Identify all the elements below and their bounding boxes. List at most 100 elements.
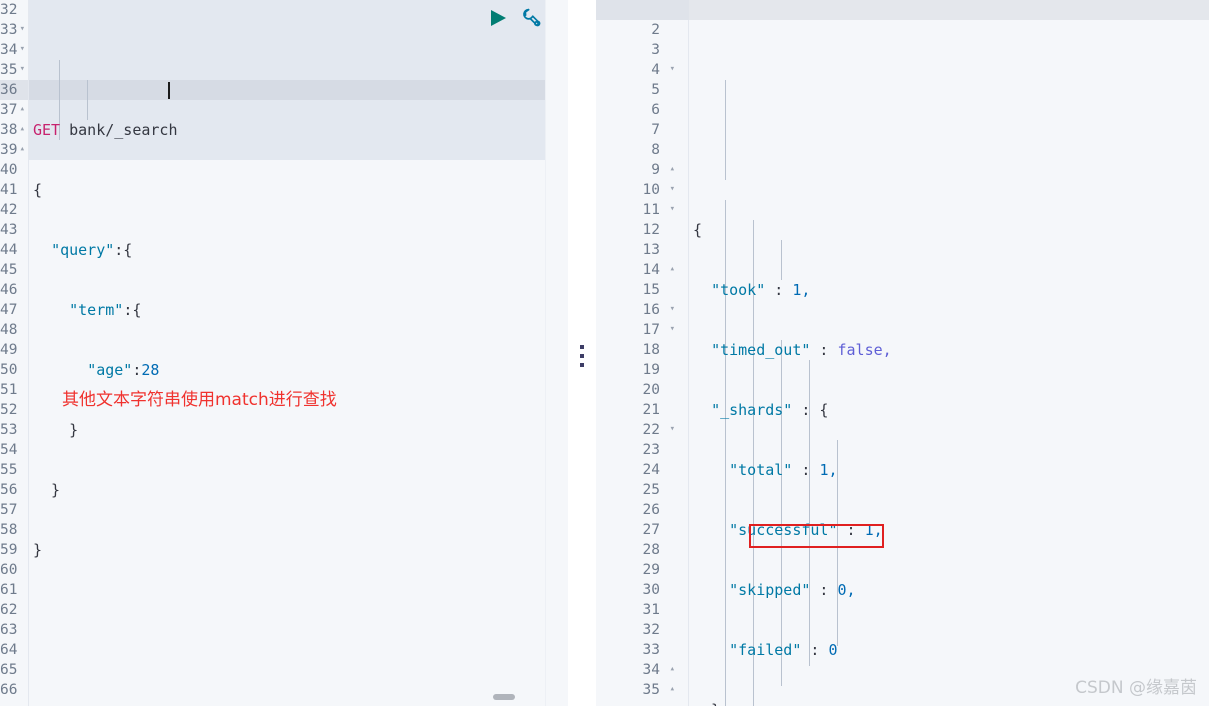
editor-line-33[interactable]: { (29, 180, 568, 200)
line-number-20[interactable]: 20 (596, 380, 688, 400)
output-line-3[interactable]: "timed_out" : false, (689, 340, 1209, 360)
output-line-8[interactable]: "failed" : 0 (689, 640, 1209, 660)
line-number-28[interactable]: 28 (596, 540, 688, 560)
line-number-23[interactable]: 23 (596, 440, 688, 460)
fold-down-icon[interactable]: ▾ (20, 40, 25, 60)
line-number-54[interactable]: 54 (0, 440, 28, 460)
line-number-26[interactable]: 26 (596, 500, 688, 520)
line-number-34[interactable]: 34 ▾ (0, 40, 28, 60)
line-number-22[interactable]: 22 ▾ (596, 420, 688, 440)
line-number-29[interactable]: 29 (596, 560, 688, 580)
editor-line-number-gutter[interactable]: 32 33 ▾ 34 ▾ 35 ▾ 36 37 ▴ 38 ▴ 39 ▴ 40 41 42 43 44 45 46 47 48… (0, 0, 29, 706)
line-number-56[interactable]: 56 (0, 480, 28, 500)
fold-up-icon[interactable]: ▴ (20, 120, 25, 140)
line-number-27[interactable]: 27 (596, 520, 688, 540)
line-number-13[interactable]: 13 (596, 240, 688, 260)
line-number-18[interactable]: 18 (596, 340, 688, 360)
fold-down-icon[interactable]: ▾ (670, 200, 675, 220)
line-number-5[interactable]: 5 (596, 80, 688, 100)
fold-down-icon[interactable]: ▾ (20, 20, 25, 40)
line-number-3[interactable]: 3 (596, 40, 688, 60)
fold-up-icon[interactable]: ▴ (20, 100, 25, 120)
line-number-19[interactable]: 19 (596, 360, 688, 380)
line-number-61[interactable]: 61 (0, 580, 28, 600)
line-number-60[interactable]: 60 (0, 560, 28, 580)
line-number-42[interactable]: 42 (0, 200, 28, 220)
line-number-53[interactable]: 53 (0, 420, 28, 440)
run-request-button[interactable] (488, 8, 508, 28)
splitter-drag-handle[interactable] (580, 345, 584, 367)
fold-up-icon[interactable]: ▴ (670, 660, 675, 680)
line-number-52[interactable]: 52 (0, 400, 28, 420)
editor-line-38[interactable]: } (29, 480, 568, 500)
fold-up-icon[interactable]: ▴ (20, 140, 25, 160)
fold-down-icon[interactable]: ▾ (670, 300, 675, 320)
line-number-2[interactable]: 2 (596, 20, 688, 40)
editor-line-34[interactable]: "query":{ (29, 240, 568, 260)
editor-line-35[interactable]: "term":{ (29, 300, 568, 320)
line-number-63[interactable]: 63 (0, 620, 28, 640)
editor-code-area[interactable]: GET bank/_search { "query":{ "term":{ "a… (29, 0, 568, 706)
line-number-30[interactable]: 30 (596, 580, 688, 600)
line-number-21[interactable]: 21 (596, 400, 688, 420)
line-number-7[interactable]: 7 (596, 120, 688, 140)
line-number-9[interactable]: 9 ▴ (596, 160, 688, 180)
line-number-17[interactable]: 17 ▾ (596, 320, 688, 340)
line-number-31[interactable]: 31 (596, 600, 688, 620)
line-number-62[interactable]: 62 (0, 600, 28, 620)
output-line-7[interactable]: "skipped" : 0, (689, 580, 1209, 600)
fold-down-icon[interactable]: ▾ (670, 320, 675, 340)
line-number-8[interactable]: 8 (596, 140, 688, 160)
output-line-2[interactable]: "took" : 1, (689, 280, 1209, 300)
line-number-46[interactable]: 46 (0, 280, 28, 300)
pane-splitter[interactable] (568, 0, 1136, 706)
line-number-45[interactable]: 45 (0, 260, 28, 280)
line-number-64[interactable]: 64 (0, 640, 28, 660)
line-number-65[interactable]: 65 (0, 660, 28, 680)
output-code-area[interactable]: { "took" : 1, "timed_out" : false, "_sha… (689, 0, 1209, 706)
fold-down-icon[interactable]: ▾ (670, 180, 675, 200)
line-number-40[interactable]: 40 (0, 160, 28, 180)
line-number-32[interactable]: 32 (596, 620, 688, 640)
fold-up-icon[interactable]: ▴ (670, 160, 675, 180)
line-number-39[interactable]: 39 ▴ (0, 140, 28, 160)
line-number-59[interactable]: 59 (0, 540, 28, 560)
output-line-9[interactable]: }, (689, 700, 1209, 706)
line-number-66[interactable]: 66 (0, 680, 28, 700)
line-number-41[interactable]: 41 (0, 180, 28, 200)
line-number-33[interactable]: 33 (596, 640, 688, 660)
line-number-36[interactable]: 36 (0, 80, 28, 100)
line-number-33[interactable]: 33 ▾ (0, 20, 28, 40)
fold-down-icon[interactable]: ▾ (20, 60, 25, 80)
line-number-16[interactable]: 16 ▾ (596, 300, 688, 320)
line-number-12[interactable]: 12 (596, 220, 688, 240)
line-number-25[interactable]: 25 (596, 480, 688, 500)
line-number-6[interactable]: 6 (596, 100, 688, 120)
editor-line-37[interactable]: } (29, 420, 568, 440)
editor-line-36[interactable]: "age":28 (29, 360, 568, 380)
fold-up-icon[interactable]: ▴ (670, 260, 675, 280)
fold-down-icon[interactable]: ▾ (670, 420, 675, 440)
line-number-51[interactable]: 51 (0, 380, 28, 400)
response-viewer-pane[interactable]: 1▾234▾56789▴10▾11▾121314▴1516▾17▾1819202… (596, 0, 1209, 706)
line-number-15[interactable]: 15 (596, 280, 688, 300)
line-number-37[interactable]: 37 ▴ (0, 100, 28, 120)
request-editor-pane[interactable]: 32 33 ▾ 34 ▾ 35 ▾ 36 37 ▴ 38 ▴ 39 ▴ 40 41 42 43 44 45 46 47 48… (0, 0, 568, 706)
line-number-50[interactable]: 50 (0, 360, 28, 380)
line-number-55[interactable]: 55 (0, 460, 28, 480)
line-number-4[interactable]: 4 ▾ (596, 60, 688, 80)
line-number-44[interactable]: 44 (0, 240, 28, 260)
editor-horizontal-scrollbar[interactable] (493, 694, 515, 700)
line-number-48[interactable]: 48 (0, 320, 28, 340)
line-number-11[interactable]: 11 ▾ (596, 200, 688, 220)
line-number-38[interactable]: 38 ▴ (0, 120, 28, 140)
line-number-24[interactable]: 24 (596, 460, 688, 480)
request-options-button[interactable] (519, 6, 543, 30)
editor-line-32[interactable]: GET bank/_search (29, 120, 568, 140)
line-number-14[interactable]: 14 ▴ (596, 260, 688, 280)
line-number-47[interactable]: 47 (0, 300, 28, 320)
output-line-4[interactable]: "_shards" : { (689, 400, 1209, 420)
line-number-34[interactable]: 34 ▴ (596, 660, 688, 680)
fold-up-icon[interactable]: ▴ (670, 680, 675, 700)
editor-line-39[interactable]: } (29, 540, 568, 560)
